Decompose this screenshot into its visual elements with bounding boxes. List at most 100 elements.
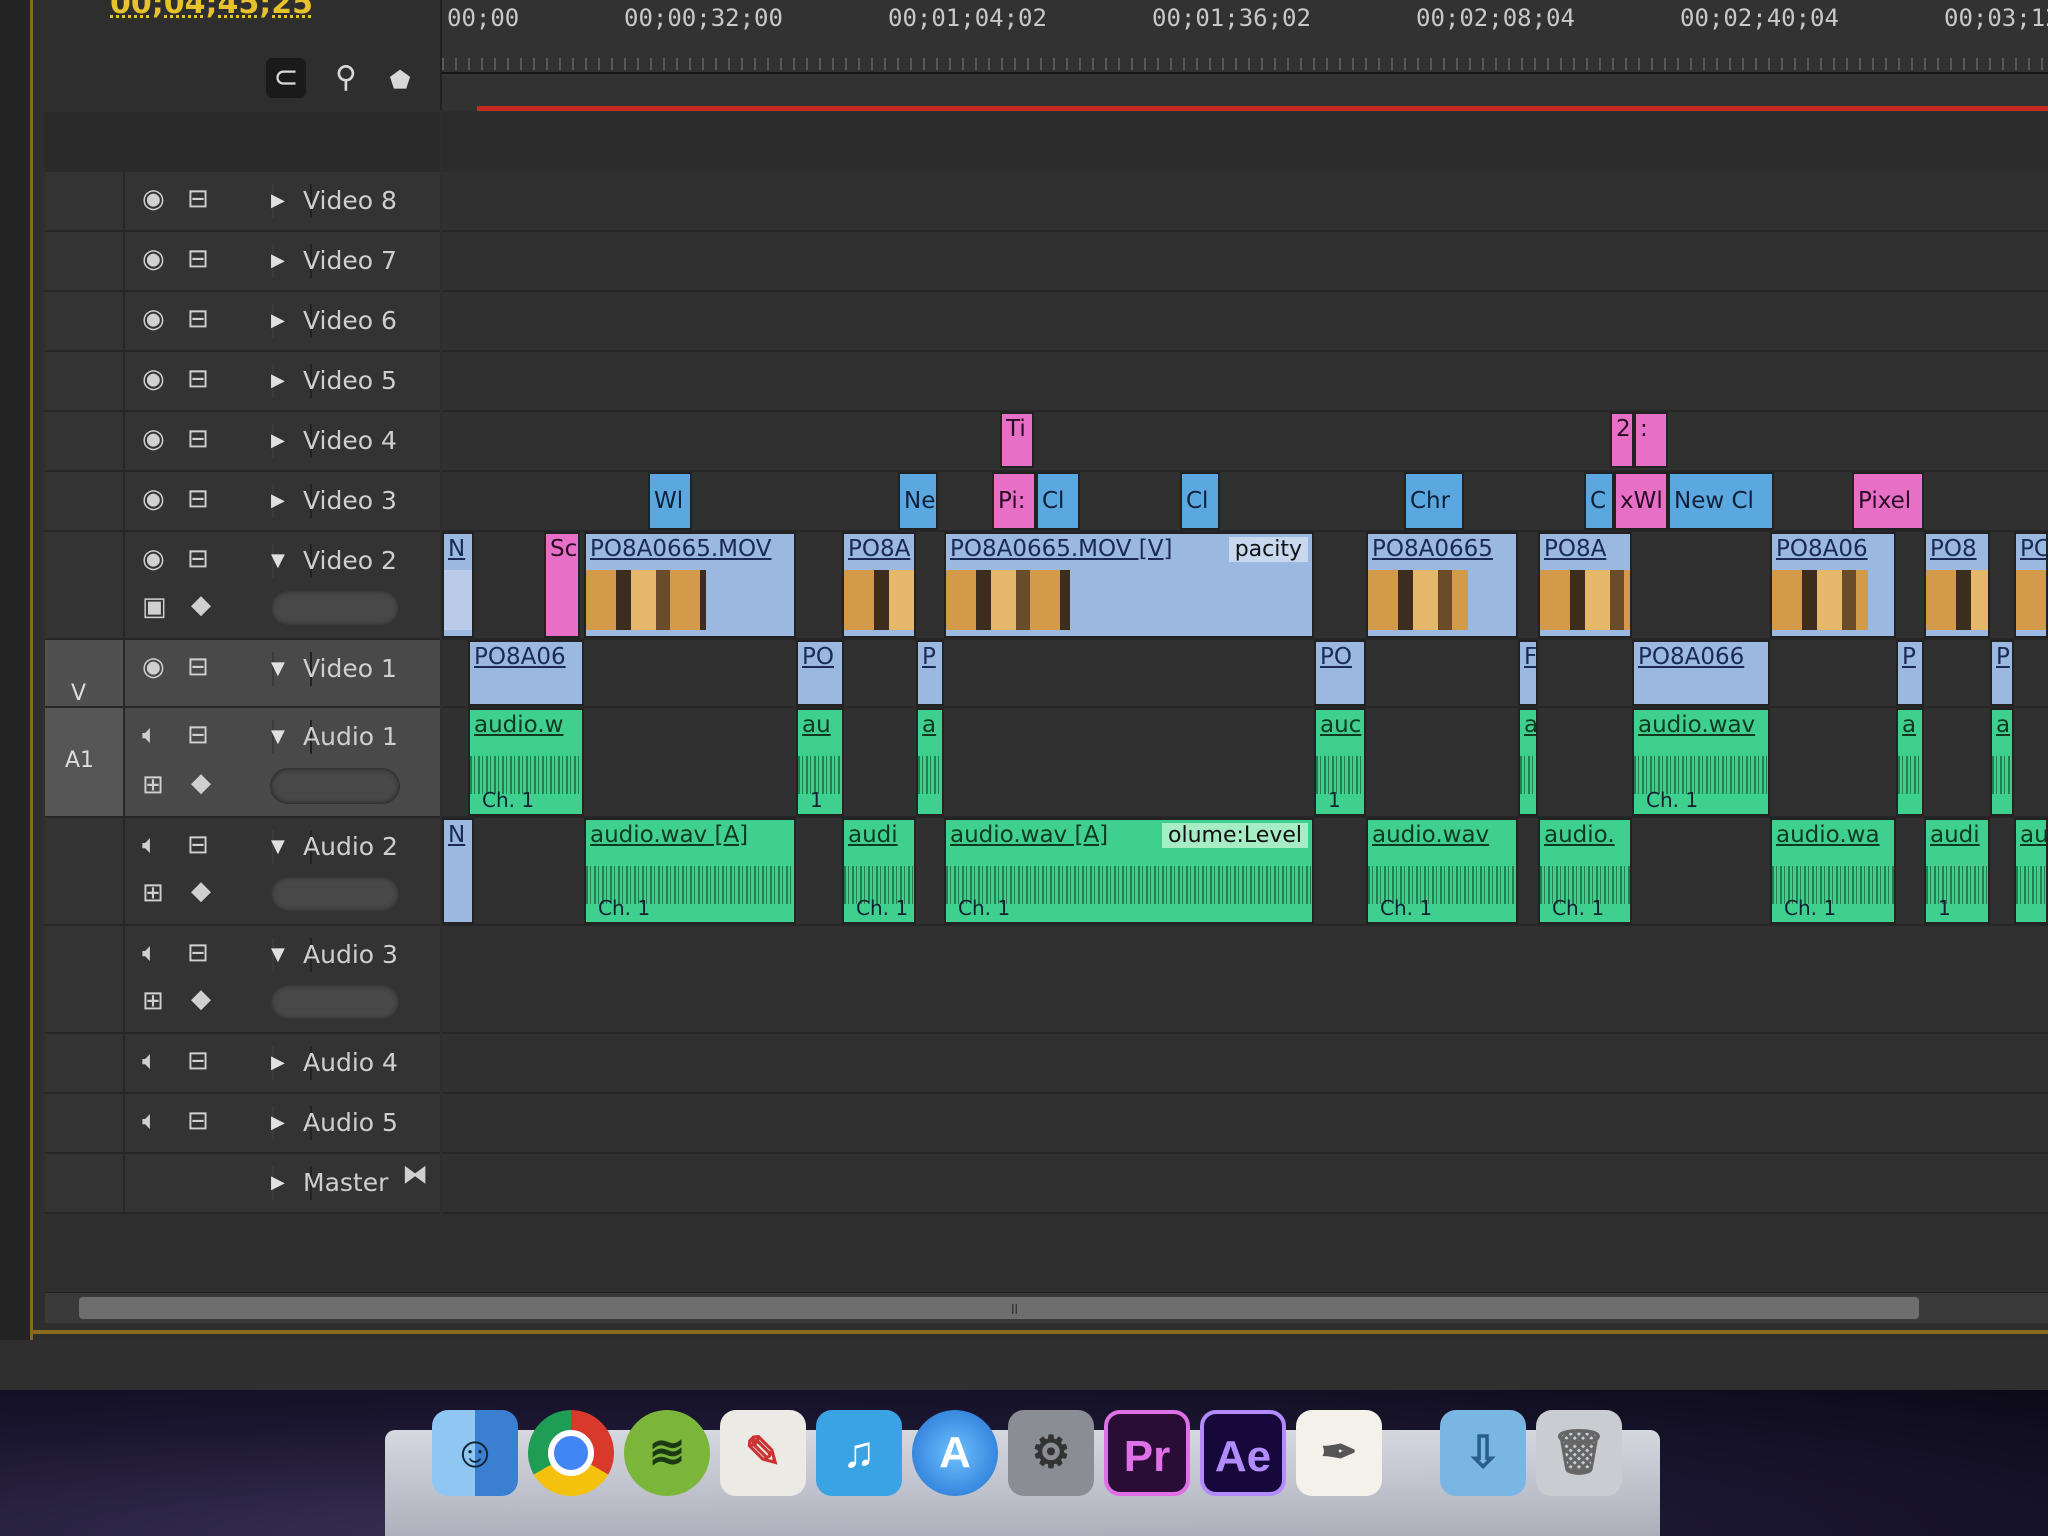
audio-clip[interactable]: a xyxy=(1896,708,1924,816)
timeline-clip[interactable]: PO8A0665.MOV xyxy=(584,532,796,638)
audio-clip[interactable]: a xyxy=(1990,708,2014,816)
effect-dropdown[interactable]: pacity xyxy=(1228,537,1308,562)
lane-video-6[interactable] xyxy=(442,292,2048,352)
expand-triangle-icon[interactable]: ▶ xyxy=(271,1172,285,1193)
collapse-triangle-icon[interactable]: ▼ xyxy=(271,836,285,857)
marker-icon[interactable]: ⚲ xyxy=(326,58,366,98)
timeline-clip[interactable]: C xyxy=(1584,472,1614,530)
collapse-triangle-icon[interactable]: ▼ xyxy=(271,658,285,679)
textedit-icon[interactable]: ✒ xyxy=(1296,1410,1382,1496)
audio-clip[interactable]: auc 1 xyxy=(1314,708,1366,816)
timeline-clip[interactable]: Wl xyxy=(648,472,692,530)
sync-lock-icon[interactable]: ⊟ xyxy=(187,184,209,214)
sync-lock-icon[interactable]: ⊟ xyxy=(187,424,209,454)
timeline-clip[interactable]: PO8A06 xyxy=(1770,532,1896,638)
eye-icon[interactable]: ◉ xyxy=(142,652,165,682)
timeline-clip[interactable]: PO8 xyxy=(1924,532,1990,638)
spotify-icon[interactable]: ≋ xyxy=(624,1410,710,1496)
timeline-clip[interactable]: Cl xyxy=(1180,472,1220,530)
audio-clip[interactable]: a xyxy=(1518,708,1538,816)
keyframe-icon[interactable]: ◆ xyxy=(191,876,211,906)
track-target-v[interactable]: V xyxy=(45,640,125,706)
lane-video-5[interactable] xyxy=(442,352,2048,412)
timeline-clip[interactable]: PO8A xyxy=(1538,532,1632,638)
eye-icon[interactable]: ◉ xyxy=(142,244,165,274)
speaker-icon[interactable]: 🔈︎ xyxy=(142,1046,158,1077)
premiere-pro-icon[interactable]: Pr xyxy=(1104,1410,1190,1496)
gear-icon[interactable]: ⚙ xyxy=(1008,1410,1094,1496)
expand-triangle-icon[interactable]: ▶ xyxy=(271,430,285,451)
sync-lock-icon[interactable]: ⊟ xyxy=(187,1106,209,1136)
collapse-triangle-icon[interactable]: ▼ xyxy=(271,944,285,965)
timeline-clip[interactable]: Pi: xyxy=(992,472,1036,530)
audio-clip[interactable]: N xyxy=(442,818,474,924)
eye-icon[interactable]: ◉ xyxy=(142,424,165,454)
timeline-clip[interactable]: N xyxy=(442,532,474,638)
lane-audio-4[interactable] xyxy=(442,1034,2048,1094)
audio-clip[interactable]: a xyxy=(916,708,944,816)
eye-icon[interactable]: ◉ xyxy=(142,304,165,334)
eye-icon[interactable]: ◉ xyxy=(142,184,165,214)
preview-icon[interactable]: ✎ xyxy=(720,1410,806,1496)
playhead-timecode[interactable]: 00;04;45;25 xyxy=(110,0,313,21)
chrome-icon[interactable] xyxy=(528,1410,614,1496)
expand-triangle-icon[interactable]: ▶ xyxy=(271,490,285,511)
collapse-triangle-icon[interactable]: ▼ xyxy=(271,550,285,571)
app-store-icon[interactable]: A xyxy=(912,1410,998,1496)
snap-icon[interactable]: ⊂ xyxy=(266,58,306,98)
timeline-clip[interactable]: PO8A0665 xyxy=(1366,532,1518,638)
timeline-clip[interactable]: F xyxy=(1518,640,1538,706)
sync-lock-icon[interactable]: ⊟ xyxy=(187,484,209,514)
sync-lock-icon[interactable]: ⊟ xyxy=(187,830,209,860)
lane-video-4[interactable] xyxy=(442,412,2048,472)
lane-audio-3[interactable] xyxy=(442,926,2048,1034)
timeline-clip[interactable]: P xyxy=(916,640,944,706)
expand-triangle-icon[interactable]: ▶ xyxy=(271,250,285,271)
expand-triangle-icon[interactable]: ▶ xyxy=(271,190,285,211)
timeline-clip[interactable]: Chr xyxy=(1404,472,1464,530)
timeline-clip[interactable]: PO xyxy=(1314,640,1366,706)
audio-clip[interactable]: audio.wav Ch. 1 xyxy=(1366,818,1518,924)
eye-icon[interactable]: ◉ xyxy=(142,364,165,394)
timeline-clip[interactable]: xWl xyxy=(1614,472,1668,530)
timeline-clip[interactable]: Pixel xyxy=(1852,472,1924,530)
eye-icon[interactable]: ◉ xyxy=(142,544,165,574)
lane-audio-5[interactable] xyxy=(442,1094,2048,1154)
sync-lock-icon[interactable]: ⊟ xyxy=(187,1046,209,1076)
time-ruler[interactable]: 00;00 00;00;32;00 00;01;04;02 00;01;36;0… xyxy=(440,0,2048,111)
speaker-icon[interactable]: 🔈︎ xyxy=(142,938,158,969)
horizontal-scrollbar[interactable]: ॥ xyxy=(45,1292,2048,1323)
work-area-bar[interactable] xyxy=(477,106,2048,111)
audio-clip[interactable]: au xyxy=(2014,818,2048,924)
timeline-clip[interactable]: Ti xyxy=(1000,412,1034,468)
waveform-display-icon[interactable]: ⊞ xyxy=(142,770,164,800)
expand-triangle-icon[interactable]: ▶ xyxy=(271,370,285,391)
sync-lock-icon[interactable]: ⊟ xyxy=(187,720,209,750)
timeline-clip[interactable]: Sc xyxy=(544,532,580,638)
timeline-clip[interactable]: New Cl xyxy=(1668,472,1774,530)
waveform-display-icon[interactable]: ⊞ xyxy=(142,986,164,1016)
sync-lock-icon[interactable]: ⊟ xyxy=(187,244,209,274)
audio-clip[interactable]: audio. Ch. 1 xyxy=(1538,818,1632,924)
keyframe-icon[interactable]: ◆ xyxy=(191,984,211,1014)
keyframe-icon[interactable]: ◆ xyxy=(191,590,211,620)
timeline-clip[interactable]: PO8A0665.MOV [V] pacity xyxy=(944,532,1314,638)
keyframe-navigator[interactable] xyxy=(270,876,400,912)
timeline-clip[interactable]: PO xyxy=(796,640,844,706)
track-target-a1[interactable]: A1 xyxy=(45,708,125,816)
sync-lock-icon[interactable]: ⊟ xyxy=(187,364,209,394)
bookmark-icon[interactable]: ⬟ xyxy=(380,60,420,100)
lane-video-7[interactable] xyxy=(442,232,2048,292)
lane-video-8[interactable] xyxy=(442,172,2048,232)
timeline-clip[interactable]: P xyxy=(1990,640,2014,706)
timeline-clip[interactable]: Ne xyxy=(898,472,938,530)
eye-icon[interactable]: ◉ xyxy=(142,484,165,514)
lane-video-1[interactable] xyxy=(442,640,2048,708)
speaker-icon[interactable]: 🔈︎ xyxy=(142,830,158,861)
audio-clip[interactable]: audi Ch. 1 xyxy=(842,818,916,924)
trash-icon[interactable]: 🗑︎ xyxy=(1536,1410,1622,1496)
timeline-clip[interactable]: : xyxy=(1634,412,1668,468)
expand-triangle-icon[interactable]: ▶ xyxy=(271,310,285,331)
audio-clip[interactable]: audio.wav [A] Ch. 1 xyxy=(584,818,796,924)
timeline-clip[interactable]: P xyxy=(1896,640,1924,706)
